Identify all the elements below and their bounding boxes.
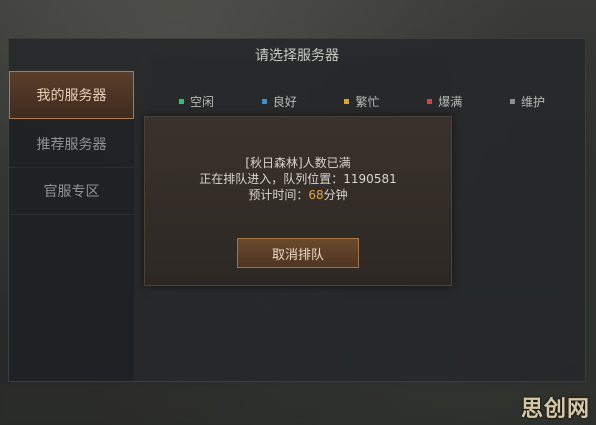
cancel-queue-button[interactable]: 取消排队 <box>237 238 359 268</box>
legend-item-idle: 空闲 <box>179 93 214 110</box>
legend-label: 爆满 <box>438 94 463 109</box>
legend-item-full: 爆满 <box>427 93 462 110</box>
eta-unit: 分钟 <box>323 188 348 202</box>
sidebar-item-recommended-servers[interactable]: 推荐服务器 <box>9 121 134 168</box>
queue-dialog: [秋日森林]人数已满 正在排队进入，队列位置：1190581 预计时间：68分钟… <box>144 116 452 286</box>
legend-item-good: 良好 <box>261 93 297 110</box>
status-busy-icon <box>344 98 350 104</box>
queue-position-label: 正在排队进入，队列位置： <box>199 172 344 186</box>
eta-line: 预计时间：68分钟 <box>145 187 451 203</box>
legend-label: 繁忙 <box>355 94 380 109</box>
legend-item-busy: 繁忙 <box>344 93 379 110</box>
queue-position-value: 1190581 <box>343 172 397 186</box>
legend-label: 维护 <box>520 94 545 109</box>
status-full-icon <box>427 98 433 104</box>
status-maintenance-icon <box>509 98 515 104</box>
legend-label: 空闲 <box>190 94 215 109</box>
legend-item-maintenance: 维护 <box>509 93 545 110</box>
legend-label: 良好 <box>272 94 297 109</box>
eta-label: 预计时间： <box>248 188 309 202</box>
eta-value: 68 <box>308 188 324 202</box>
server-full-message: [秋日森林]人数已满 <box>245 156 351 170</box>
sidebar-item-official-servers[interactable]: 官服专区 <box>9 168 134 215</box>
server-status-legend: 空闲 良好 繁忙 爆满 维护 <box>179 91 545 111</box>
status-good-icon <box>261 98 267 104</box>
watermark-logo: 思创网 <box>520 397 590 422</box>
queue-position-line: 正在排队进入，队列位置：1190581 <box>145 171 451 187</box>
status-idle-icon <box>179 98 184 104</box>
server-sidebar: 我的服务器 推荐服务器 官服专区 <box>9 71 134 381</box>
window-title: 请选择服务器 <box>255 48 339 64</box>
sidebar-item-my-servers[interactable]: 我的服务器 <box>9 71 134 119</box>
